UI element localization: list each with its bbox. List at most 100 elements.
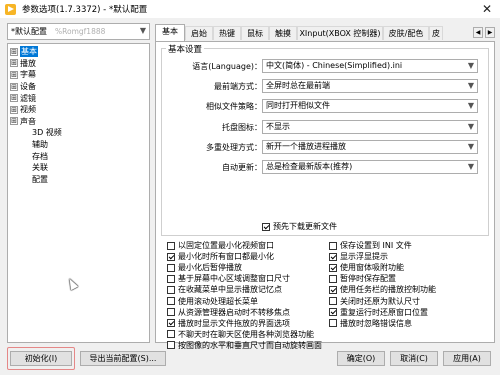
- tab-bar: 基本 启始 热键 鼠标 触摸 XInput(XBOX 控制器) 皮肤/配色皮 ◀ ▶: [155, 24, 500, 41]
- expand-icon[interactable]: ⊞: [10, 117, 18, 126]
- predownload-label: 预先下载更新文件: [273, 222, 337, 231]
- option-checkbox[interactable]: 重复运行时还原窗口位置: [329, 307, 428, 318]
- tab[interactable]: XInput(XBOX 控制器): [297, 26, 383, 40]
- option-checkbox[interactable]: 以固定位置最小化视频窗口: [167, 240, 274, 251]
- dropdown-value: 新开一个播放进程播放: [266, 142, 346, 151]
- tree-item[interactable]: 3D 视频: [8, 127, 149, 139]
- checkbox-box: [329, 241, 337, 250]
- tab[interactable]: 皮: [429, 26, 443, 40]
- checkbox-label: 暂停时保存配置: [340, 274, 396, 284]
- option-checkbox[interactable]: 在收藏菜单中显示播放记忆点: [167, 284, 282, 295]
- close-icon[interactable]: ✕: [479, 1, 495, 17]
- tree-item[interactable]: ⊞ 声音: [8, 116, 149, 128]
- tab-scroll-left-icon[interactable]: ◀: [473, 27, 483, 38]
- option-checkbox[interactable]: 播放时忽略错误信息: [329, 318, 412, 329]
- apply-button[interactable]: 应用(A): [443, 351, 491, 366]
- option-checkbox[interactable]: 关闭时还原为默认尺寸: [329, 296, 420, 307]
- tree-item[interactable]: ⊞ 播放: [8, 58, 149, 70]
- bottom-bar: 初始化(I) 导出当前配置(S)... 确定(O) 取消(C) 应用(A): [0, 343, 500, 375]
- checkbox-box: [167, 330, 175, 339]
- tab[interactable]: 启始: [185, 26, 213, 40]
- tab[interactable]: 基本: [155, 24, 185, 41]
- checkbox-label: 重复运行时还原窗口位置: [340, 307, 428, 317]
- option-checkbox[interactable]: 显示浮显提示: [329, 251, 388, 262]
- dropdown-value: 不显示: [266, 122, 290, 131]
- expand-icon[interactable]: ⊞: [10, 94, 18, 103]
- dropdown-value: 全屏时总在最前端: [266, 81, 330, 90]
- option-checkbox[interactable]: 不聊天时在聊天区使用各种浏览器功能: [167, 329, 314, 340]
- tree-item[interactable]: ⊞ 滤镜: [8, 92, 149, 104]
- tree-item-label: 3D 视频: [32, 128, 62, 138]
- chevron-down-icon: ▼: [139, 26, 146, 35]
- setting-label: 语言(Language)：: [192, 62, 262, 71]
- chevron-down-icon: ▼: [467, 162, 474, 171]
- tree-item[interactable]: 关联: [8, 162, 149, 174]
- setting-dropdown[interactable]: 同时打开相似文件 ▼: [262, 99, 478, 113]
- tab[interactable]: 热键: [213, 26, 241, 40]
- setting-dropdown[interactable]: 不显示 ▼: [262, 120, 478, 134]
- chevron-down-icon: ▼: [467, 142, 474, 151]
- expand-icon[interactable]: ⊞: [10, 59, 18, 68]
- tree-item[interactable]: 配置: [8, 174, 149, 186]
- expand-icon[interactable]: ⊞: [10, 82, 18, 91]
- setting-dropdown[interactable]: 总是检查最新版本(推荐) ▼: [262, 160, 478, 174]
- checkbox-box: [329, 274, 337, 283]
- checkbox-box: [167, 319, 175, 328]
- checkbox-box: [329, 263, 337, 272]
- setting-label: 托盘图标：: [222, 123, 262, 132]
- tab-scroll-right-icon[interactable]: ▶: [485, 27, 495, 38]
- option-checkbox[interactable]: 从资源管理器启动时不转移焦点: [167, 307, 290, 318]
- setting-dropdown[interactable]: 全屏时总在最前端 ▼: [262, 79, 478, 93]
- tree-item[interactable]: ⊞ 字幕: [8, 69, 149, 81]
- initialize-button[interactable]: 初始化(I): [10, 351, 72, 366]
- setting-dropdown[interactable]: 中文(简体) - Chinese(Simplified).ini ▼: [262, 59, 478, 73]
- tree-item-label: 播放: [20, 58, 36, 68]
- tree-item[interactable]: ⊞ 视频: [8, 104, 149, 116]
- dropdown-value: 中文(简体) - Chinese(Simplified).ini: [266, 61, 403, 70]
- chevron-down-icon: ▼: [467, 122, 474, 131]
- setting-dropdown[interactable]: 新开一个播放进程播放 ▼: [262, 140, 478, 154]
- tree-item[interactable]: 存档: [8, 150, 149, 162]
- option-checkbox[interactable]: 暂停时保存配置: [329, 273, 396, 284]
- basic-settings-panel: 基本设置 语言(Language)： 中文(简体) - Chinese(Simpl…: [155, 41, 495, 350]
- option-checkbox[interactable]: 使用窗体吸附功能: [329, 262, 404, 273]
- expand-icon[interactable]: ⊞: [10, 105, 18, 114]
- cancel-button[interactable]: 取消(C): [390, 351, 438, 366]
- option-checkbox[interactable]: 最小化时所有窗口都最小化: [167, 251, 274, 262]
- option-checkbox[interactable]: 使用滚动处理超长菜单: [167, 296, 258, 307]
- expand-icon[interactable]: ⊞: [10, 70, 18, 79]
- checkbox-label: 使用任务栏的播放控制功能: [340, 285, 436, 295]
- tab[interactable]: 触摸: [269, 26, 297, 40]
- checkbox-label: 在收藏菜单中显示播放记忆点: [178, 285, 282, 295]
- dropdown-value: 总是检查最新版本(推荐): [266, 162, 353, 171]
- checkbox-box: [329, 297, 337, 305]
- tree-item[interactable]: 辅助: [8, 139, 149, 151]
- profile-combo[interactable]: *默认配置 %Romgf1888 ▼: [7, 23, 150, 40]
- potplayer-app-icon: [5, 3, 16, 15]
- option-checkbox[interactable]: 保存设置到 INI 文件: [329, 240, 412, 251]
- checkbox-box: [167, 297, 175, 305]
- expand-icon[interactable]: ⊞: [10, 47, 18, 56]
- ok-button[interactable]: 确定(O): [337, 351, 385, 366]
- export-config-button[interactable]: 导出当前配置(S)...: [80, 351, 166, 366]
- dropdown-value: 同时打开相似文件: [266, 101, 330, 110]
- checkbox-label: 使用窗体吸附功能: [340, 263, 404, 273]
- tab[interactable]: 皮肤/配色: [383, 26, 429, 40]
- checkbox-box: [167, 285, 175, 294]
- checkbox-label: 关闭时还原为默认尺寸: [340, 296, 420, 306]
- option-checkbox[interactable]: 使用任务栏的播放控制功能: [329, 284, 436, 295]
- option-checkbox[interactable]: 播放时显示文件拖放的界面选项: [167, 318, 290, 329]
- option-checkbox[interactable]: 最小化后暂停播放: [167, 262, 242, 273]
- basic-settings-group: 基本设置 语言(Language)： 中文(简体) - Chinese(Simpl…: [161, 43, 489, 236]
- option-checkbox[interactable]: 基于屏幕中心区域调整窗口尺寸: [167, 273, 290, 284]
- tree-item[interactable]: ⊞ 基本: [8, 46, 149, 58]
- tree-item-label: 滤镜: [20, 93, 36, 103]
- chevron-down-icon: ▼: [467, 81, 474, 90]
- chevron-down-icon: ▼: [467, 61, 474, 70]
- predownload-checkbox[interactable]: 预先下载更新文件: [262, 221, 337, 232]
- tab[interactable]: 鼠标: [241, 26, 269, 40]
- setting-label: 相似文件策略：: [206, 102, 262, 111]
- tree-item[interactable]: ⊞ 设备: [8, 81, 149, 93]
- checkbox-label: 从资源管理器启动时不转移焦点: [178, 307, 290, 317]
- checkbox-label: 播放时显示文件拖放的界面选项: [178, 318, 290, 328]
